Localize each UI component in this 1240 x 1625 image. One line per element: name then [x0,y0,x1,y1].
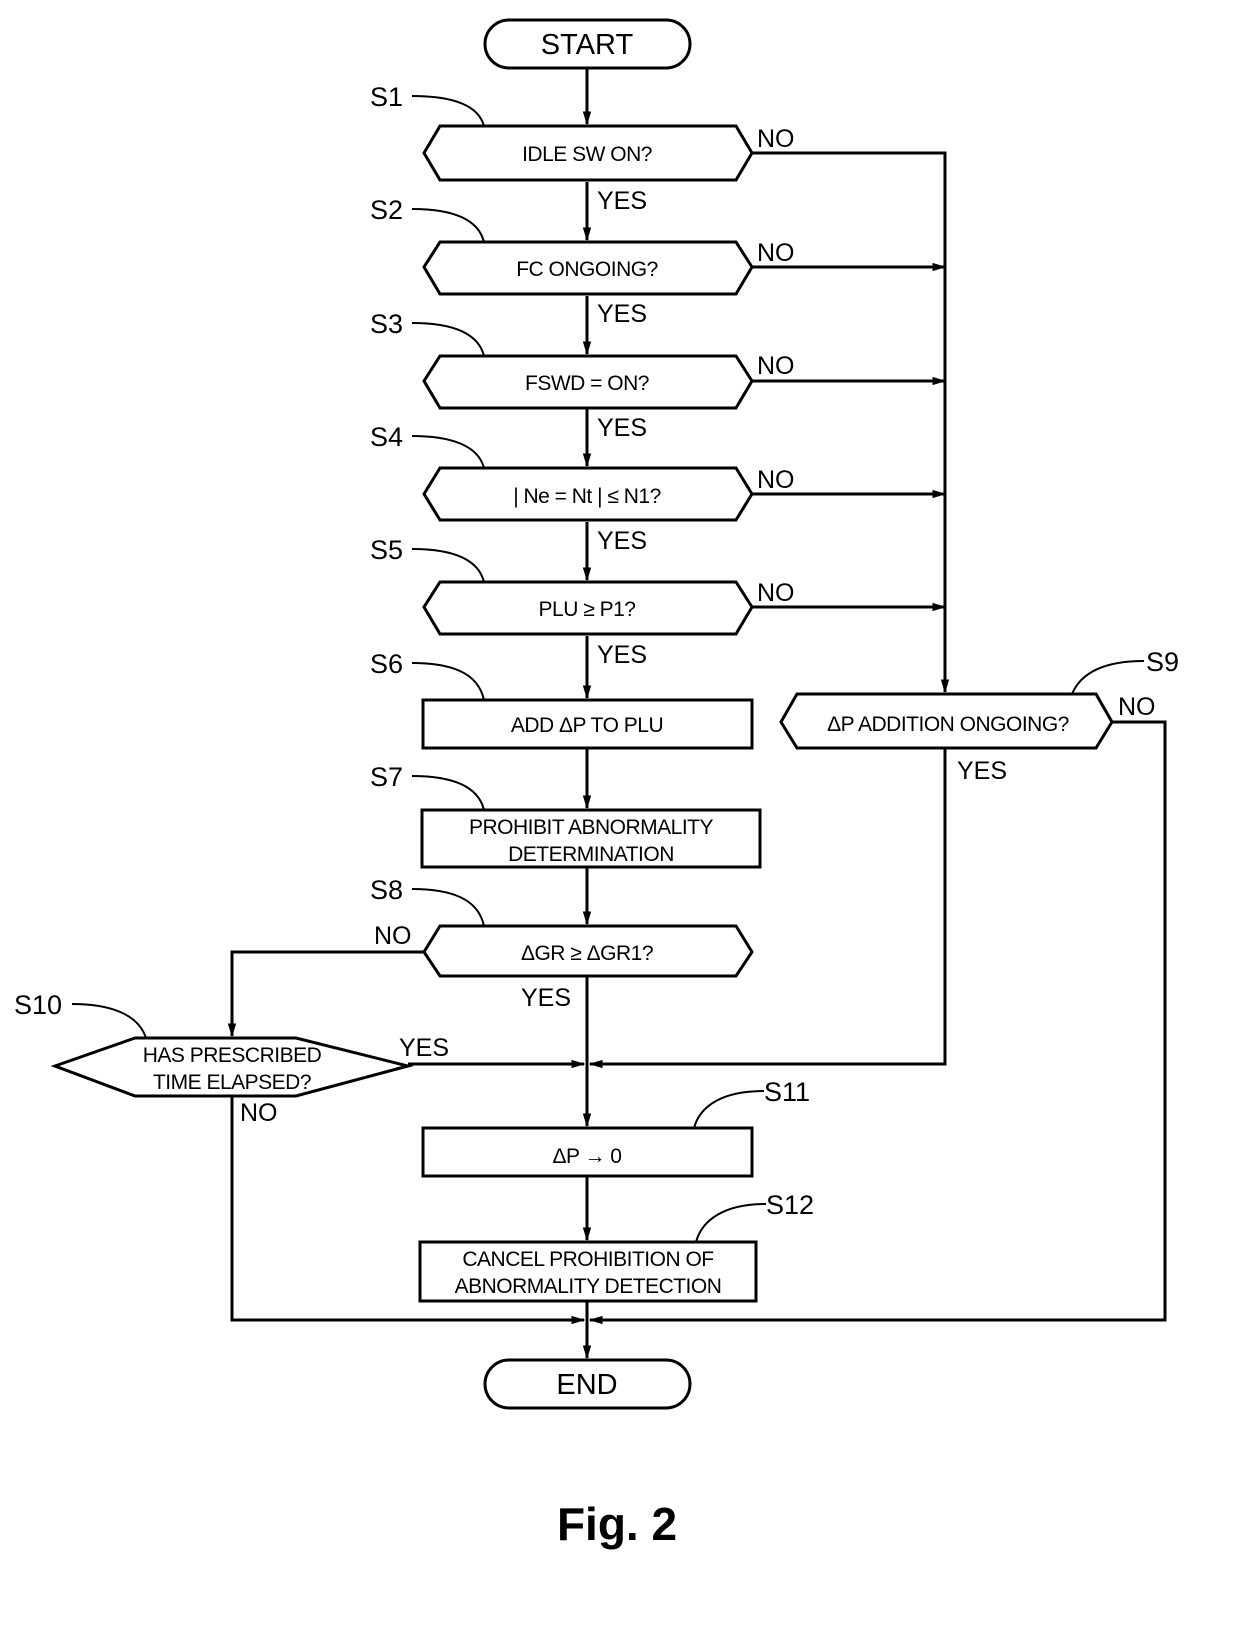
step-s2-decision: FC ONGOING? [422,240,754,296]
s8-yes-label: YES [521,984,571,1012]
s5-no-label: NO [757,579,795,607]
s6-ref: S6 [370,649,403,679]
s4-no-label: NO [757,466,795,494]
s10-text-line1: HAS PRESCRIBED [143,1044,322,1067]
s2-no-label: NO [757,239,795,267]
end-label: END [556,1369,617,1401]
step-s3-decision: FSWD = ON? [422,354,754,410]
step-ref-s8: S8 [370,875,485,927]
s4-ref: S4 [370,422,403,452]
s12-text-line1: CANCEL PROHIBITION OF [462,1248,713,1271]
start-label: START [541,29,634,61]
step-ref-s7: S7 [370,762,485,811]
s6-text: ADD ΔP TO PLU [511,714,663,737]
s9-no-label: NO [1118,693,1156,721]
connector-s1-no [752,151,950,694]
flowchart: START IDLE SW ON? FC ONGOING? FSWD = ON? [14,18,1179,1550]
s3-no-label: NO [757,352,795,380]
step-ref-s12: S12 [695,1190,814,1243]
start-terminal: START [483,18,692,70]
s2-text: FC ONGOING? [516,258,658,281]
s1-yes-label: YES [597,187,647,215]
s4-yes-label: YES [597,527,647,555]
s10-yes-label: YES [399,1034,449,1062]
step-ref-s6: S6 [370,649,485,701]
s1-no-label: NO [757,125,795,153]
s12-ref: S12 [766,1190,814,1220]
end-terminal: END [483,1358,692,1410]
step-ref-s2: S2 [370,195,485,243]
s11-text: ΔP → 0 [552,1145,621,1168]
s12-text-line2: ABNORMALITY DETECTION [455,1275,722,1298]
step-s4-decision: | Ne = Nt | ≤ N1? [422,466,754,522]
step-s11-process: ΔP → 0 [421,1126,754,1178]
connector-s8-no [227,950,424,1038]
s2-ref: S2 [370,195,403,225]
s8-no-label: NO [374,922,412,950]
s9-yes-label: YES [957,757,1007,785]
s1-text: IDLE SW ON? [522,143,652,166]
s10-no-label: NO [240,1099,278,1127]
step-s10-decision: HAS PRESCRIBED TIME ELAPSED? [50,1036,414,1098]
s3-text: FSWD = ON? [525,372,649,395]
step-s5-decision: PLU ≥ P1? [422,580,754,636]
s1-ref: S1 [370,82,403,112]
s7-text-line1: PROHIBIT ABNORMALITY [469,816,713,839]
s9-ref: S9 [1146,647,1179,677]
step-s1-decision: IDLE SW ON? [422,124,754,182]
step-ref-s10: S10 [14,990,147,1039]
connector-s9-yes [588,748,947,1069]
step-s7-process: PROHIBIT ABNORMALITY DETERMINATION [420,808,762,869]
step-ref-s3: S3 [370,309,485,357]
step-s8-decision: ΔGR ≥ ΔGR1? [422,924,754,978]
s10-text-line2: TIME ELAPSED? [153,1071,311,1094]
s5-text: PLU ≥ P1? [539,598,636,621]
s9-text: ΔP ADDITION ONGOING? [827,713,1069,736]
step-ref-s4: S4 [370,422,485,469]
figure-caption: Fig. 2 [557,1498,677,1550]
step-ref-s9: S9 [1071,647,1179,695]
s7-ref: S7 [370,762,403,792]
step-s6-process: ADD ΔP TO PLU [421,698,754,750]
s5-ref: S5 [370,535,403,565]
s7-text-line2: DETERMINATION [508,843,674,866]
step-ref-s11: S11 [693,1077,810,1129]
s3-yes-label: YES [597,414,647,442]
s2-yes-label: YES [597,300,647,328]
step-ref-s5: S5 [370,535,485,583]
s8-text: ΔGR ≥ ΔGR1? [521,942,653,965]
s8-ref: S8 [370,875,403,905]
step-s9-decision: ΔP ADDITION ONGOING? [779,692,1114,750]
step-s12-process: CANCEL PROHIBITION OF ABNORMALITY DETECT… [418,1240,758,1303]
s11-ref: S11 [764,1077,810,1107]
s4-text: | Ne = Nt | ≤ N1? [513,485,661,508]
s5-yes-label: YES [597,641,647,669]
step-ref-s1: S1 [370,82,485,127]
s10-ref: S10 [14,990,62,1020]
s3-ref: S3 [370,309,403,339]
